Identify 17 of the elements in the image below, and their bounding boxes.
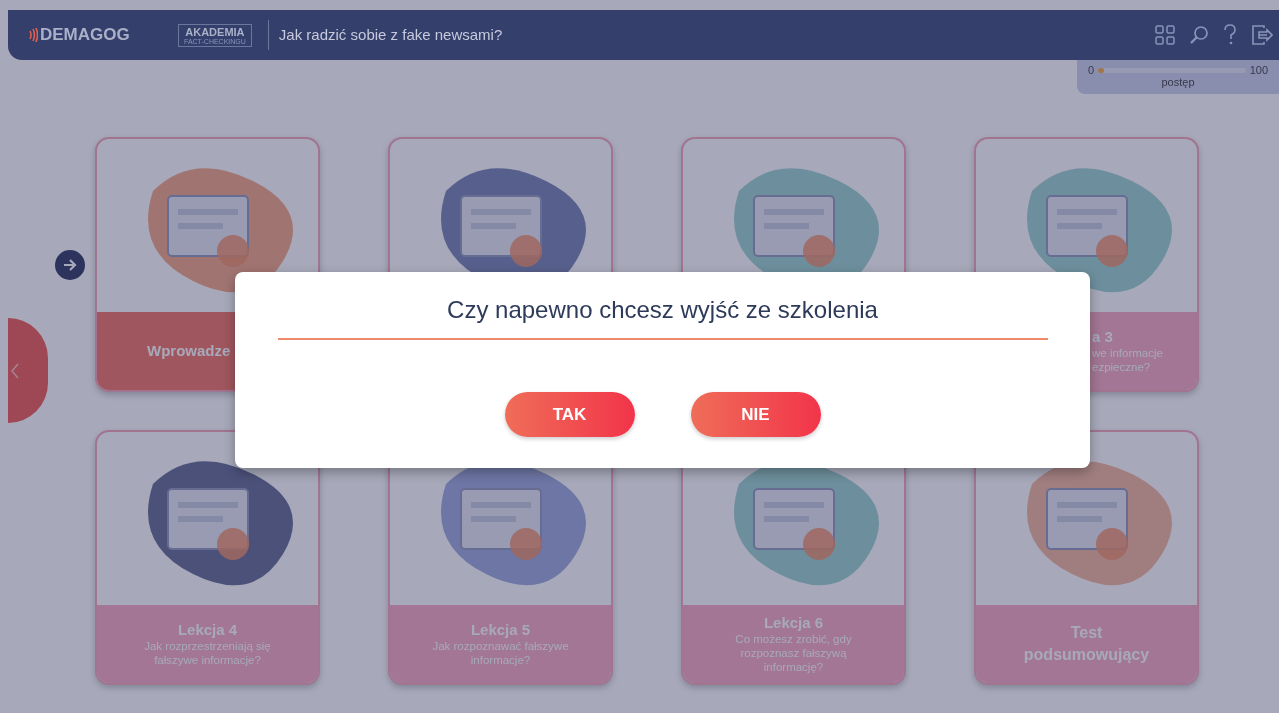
search-icon[interactable] (1189, 25, 1209, 45)
help-icon[interactable] (1223, 24, 1237, 46)
sound-waves-icon (28, 28, 38, 42)
dialog-button[interactable]: TAK (504, 392, 635, 437)
lesson-title: Wprowadze (147, 342, 231, 360)
dialog-question: Czy napewno chcesz wyjść ze szkolenia (447, 296, 878, 324)
badge-title: AKADEMIA (185, 25, 245, 38)
arrow-right-button[interactable] (55, 250, 85, 280)
exit-icon[interactable] (1251, 24, 1273, 46)
dialog-button[interactable]: NIE (690, 392, 821, 437)
logo-text: DEMAGOG (40, 25, 130, 45)
progress-min: 0 (1088, 64, 1095, 76)
progress-max: 100 (1249, 64, 1268, 76)
arrow-right-icon (62, 257, 78, 273)
course-title: Jak radzić sobie z fake newsami? (267, 20, 503, 50)
grid-icon[interactable] (1155, 25, 1175, 45)
progress-label: postęp (1161, 76, 1195, 88)
